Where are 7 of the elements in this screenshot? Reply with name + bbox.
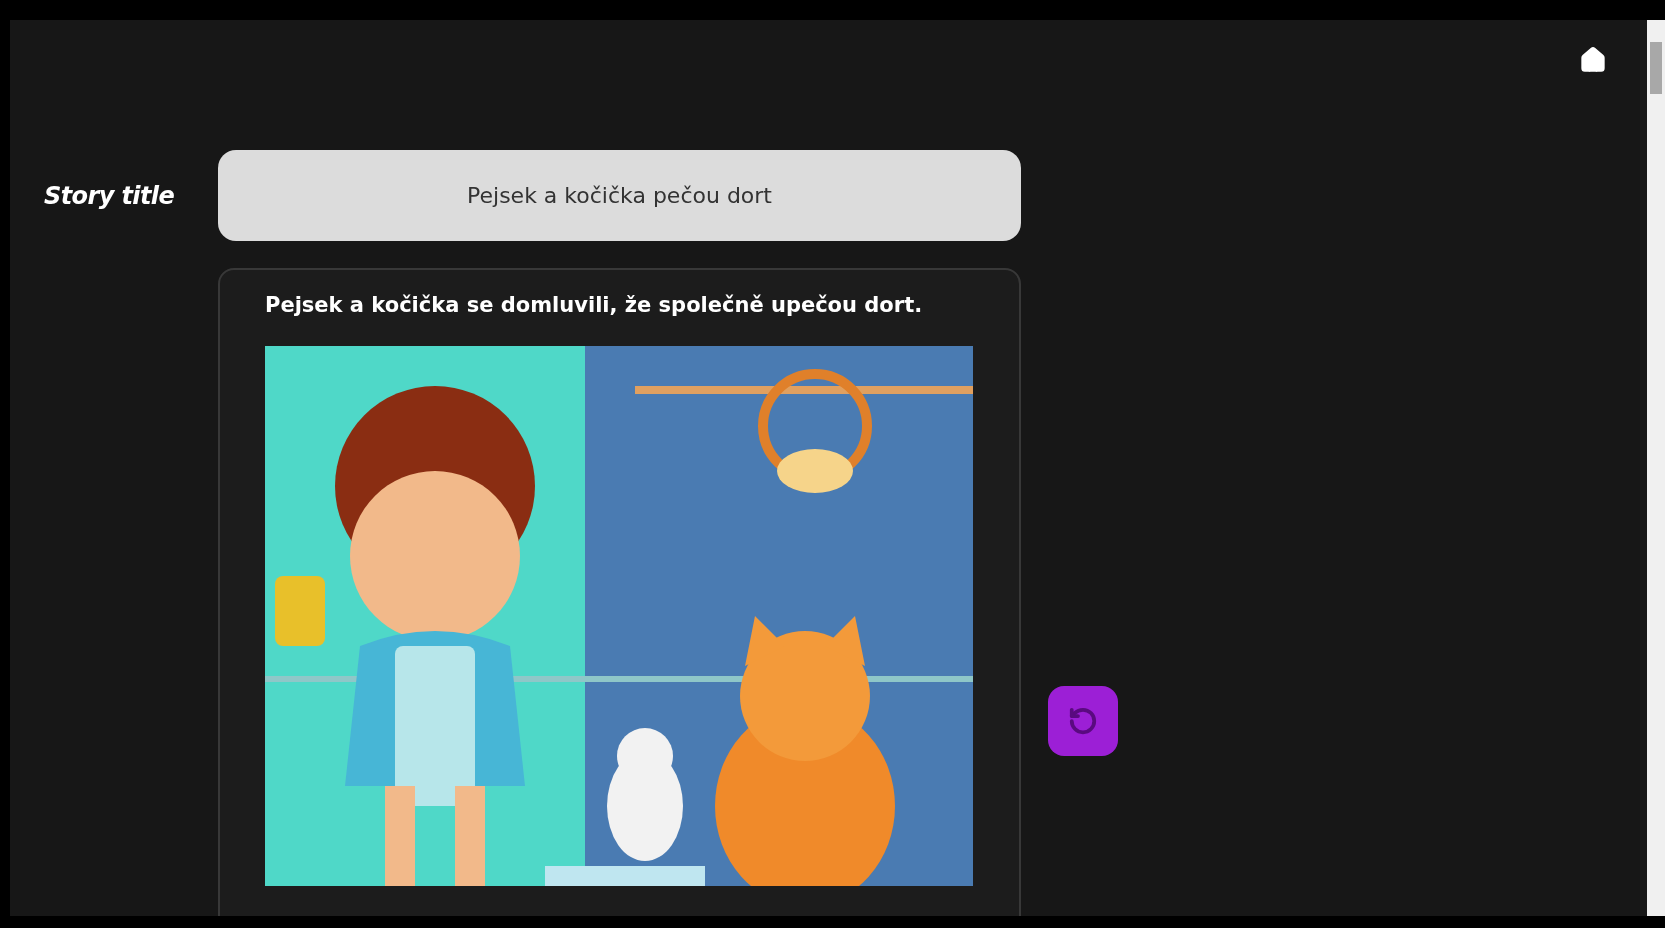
- refresh-button[interactable]: [1048, 686, 1118, 756]
- scrollbar[interactable]: [1647, 20, 1665, 916]
- story-paragraph: Pejsek a kočička se domluvili, že společně upečou dort.: [265, 292, 924, 319]
- rotate-icon: [1068, 706, 1098, 736]
- home-icon[interactable]: [1579, 46, 1607, 74]
- field-label: Story title: [44, 180, 175, 212]
- title-field[interactable]: Pejsek a kočička pečou dort: [218, 150, 1021, 241]
